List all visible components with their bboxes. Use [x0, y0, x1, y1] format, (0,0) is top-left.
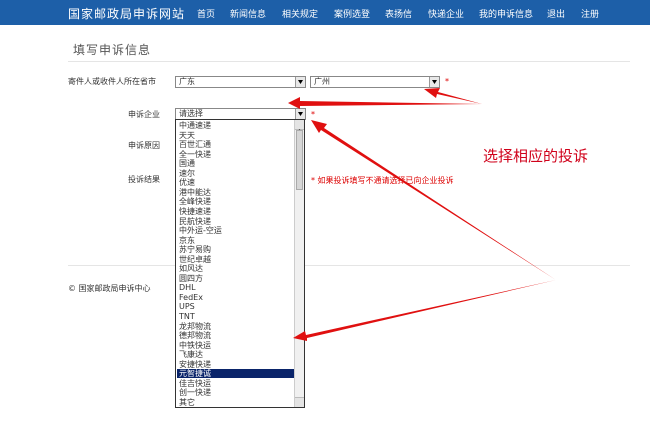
arrow-to-dropdown-option [311, 120, 556, 280]
arrow-to-city-select [424, 88, 482, 104]
arrow-to-company-select [288, 97, 482, 109]
arrow-to-selected-option [293, 280, 556, 341]
annotation-arrows [288, 88, 556, 341]
annotation-text: 选择相应的投诉 [483, 147, 589, 165]
